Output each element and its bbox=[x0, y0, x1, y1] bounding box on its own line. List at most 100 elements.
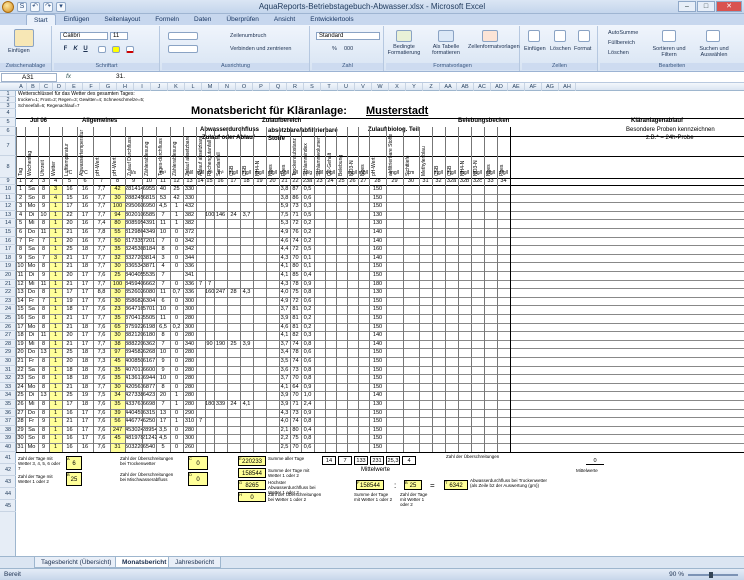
data-cell[interactable]: 1 bbox=[49, 228, 62, 237]
data-cell[interactable]: 1 bbox=[49, 409, 62, 418]
data-cell[interactable]: 3,6 bbox=[279, 366, 290, 375]
data-cell[interactable]: 65 bbox=[110, 323, 125, 332]
data-cell[interactable]: 2,5 bbox=[279, 443, 290, 452]
data-cell[interactable]: 280 bbox=[183, 314, 196, 323]
data-cell[interactable]: 8 bbox=[38, 426, 49, 435]
data-cell[interactable]: 21 bbox=[62, 254, 77, 263]
data-cell[interactable]: 280 bbox=[183, 391, 196, 400]
fill-color-icon[interactable] bbox=[112, 46, 120, 53]
worksheet[interactable]: A B C D E F G H I J K L M N O P Q R S T U V W X Y Z AA AB AC AD AE AF AG… bbox=[0, 83, 744, 556]
data-cell[interactable]: Di bbox=[25, 391, 38, 400]
data-cell[interactable]: 1 bbox=[49, 357, 62, 366]
data-cell[interactable]: 6,5 bbox=[156, 323, 170, 332]
data-cell[interactable]: 0 bbox=[170, 228, 183, 237]
cell-styles-icon[interactable] bbox=[482, 30, 498, 42]
data-cell[interactable]: 100 bbox=[205, 211, 214, 220]
data-cell[interactable]: Fr bbox=[25, 237, 38, 246]
data-cell[interactable]: 74 bbox=[290, 417, 301, 426]
data-cell[interactable]: 81 bbox=[290, 305, 301, 314]
data-cell[interactable]: 247 bbox=[214, 288, 227, 297]
data-cell[interactable]: 280 bbox=[183, 366, 196, 375]
data-cell[interactable]: 17 bbox=[62, 288, 77, 297]
data-cell[interactable]: 17 bbox=[77, 417, 93, 426]
column-header[interactable]: E bbox=[66, 83, 83, 91]
data-cell[interactable]: 1 bbox=[49, 331, 62, 340]
data-cell[interactable]: 8,8 bbox=[93, 288, 110, 297]
data-cell[interactable]: 336 bbox=[183, 262, 196, 271]
data-cell[interactable]: 140 bbox=[369, 228, 386, 237]
data-cell[interactable]: 7 bbox=[156, 271, 170, 280]
data-cell[interactable]: 70 bbox=[290, 374, 301, 383]
data-cell[interactable]: 382 bbox=[183, 211, 196, 220]
data-cell[interactable]: 8 bbox=[38, 323, 49, 332]
data-cell[interactable]: 372 bbox=[183, 228, 196, 237]
data-cell[interactable]: 17 bbox=[77, 271, 93, 280]
data-cell[interactable]: 24 bbox=[227, 211, 240, 220]
row-header[interactable]: 29 bbox=[0, 348, 16, 357]
data-cell[interactable]: 1 bbox=[16, 185, 25, 194]
sort-filter-icon[interactable] bbox=[662, 30, 676, 42]
data-cell[interactable]: 16 bbox=[77, 194, 93, 203]
data-cell[interactable]: 7 bbox=[196, 417, 205, 426]
data-cell[interactable]: 30 bbox=[16, 434, 25, 443]
data-cell[interactable]: 10 bbox=[156, 228, 170, 237]
data-cell[interactable]: 20 bbox=[62, 331, 77, 340]
underline-button[interactable]: U bbox=[82, 46, 89, 53]
data-cell[interactable]: 4 bbox=[156, 262, 170, 271]
data-cell[interactable]: 70 bbox=[290, 254, 301, 263]
data-cell[interactable]: 3,5 bbox=[279, 357, 290, 366]
data-cell[interactable]: 3 bbox=[16, 202, 25, 211]
data-cell[interactable]: 150 bbox=[369, 357, 386, 366]
data-cell[interactable]: 7,6 bbox=[93, 409, 110, 418]
clear-button[interactable]: Löschen bbox=[608, 50, 629, 56]
data-cell[interactable]: 28 bbox=[16, 417, 25, 426]
font-color-icon[interactable] bbox=[126, 46, 134, 53]
data-cell[interactable]: 18 bbox=[62, 366, 77, 375]
data-cell[interactable]: 1 bbox=[49, 237, 62, 246]
row-header[interactable]: 36 bbox=[0, 409, 16, 418]
data-cell[interactable]: 24 bbox=[227, 400, 240, 409]
data-cell[interactable]: 310 bbox=[183, 417, 196, 426]
mean-value[interactable]: 7 bbox=[338, 455, 352, 465]
data-cell[interactable]: 0,8 bbox=[301, 417, 314, 426]
data-cell[interactable]: So bbox=[25, 434, 38, 443]
align-top-icons[interactable] bbox=[168, 32, 198, 40]
data-cell[interactable]: 0,3 bbox=[301, 202, 314, 211]
data-cell[interactable]: 0,1 bbox=[301, 254, 314, 263]
zoom-slider[interactable] bbox=[688, 572, 738, 578]
data-cell[interactable]: 4,9 bbox=[279, 297, 290, 306]
data-cell[interactable]: 1 bbox=[49, 434, 62, 443]
data-cell[interactable]: 17 bbox=[77, 426, 93, 435]
data-cell[interactable]: 150 bbox=[369, 194, 386, 203]
data-cell[interactable]: 130 bbox=[369, 288, 386, 297]
data-cell[interactable]: 130 bbox=[369, 400, 386, 409]
data-cell[interactable]: 17 bbox=[77, 297, 93, 306]
data-cell[interactable]: 7 bbox=[156, 340, 170, 349]
data-cell[interactable]: 1 bbox=[49, 443, 62, 452]
data-cell[interactable]: 11 bbox=[38, 228, 49, 237]
tab-start[interactable]: Start bbox=[26, 14, 56, 25]
data-cell[interactable]: 6540 bbox=[142, 443, 156, 452]
data-cell[interactable]: 7,7 bbox=[93, 262, 110, 271]
data-cell[interactable]: 35 bbox=[110, 374, 125, 383]
data-cell[interactable]: 30 bbox=[110, 262, 125, 271]
data-cell[interactable]: Do bbox=[25, 409, 38, 418]
data-cell[interactable]: 247 bbox=[110, 426, 125, 435]
data-cell[interactable]: 17 bbox=[77, 254, 93, 263]
data-cell[interactable]: 7,7 bbox=[93, 202, 110, 211]
data-cell[interactable]: 5 bbox=[16, 219, 25, 228]
data-cell[interactable]: 16 bbox=[62, 426, 77, 435]
data-cell[interactable]: 6815 bbox=[142, 194, 156, 203]
data-cell[interactable]: 0 bbox=[170, 280, 183, 289]
data-cell[interactable]: 31 bbox=[16, 443, 25, 452]
data-cell[interactable]: 16 bbox=[77, 185, 93, 194]
column-header[interactable]: C bbox=[40, 83, 53, 91]
find-select-icon[interactable] bbox=[706, 30, 720, 42]
font-size-combo[interactable]: 11 bbox=[110, 32, 128, 40]
data-cell[interactable]: 342 bbox=[183, 245, 196, 254]
row-header[interactable]: 45 bbox=[0, 500, 16, 512]
row-header[interactable]: 32 bbox=[0, 374, 16, 383]
data-cell[interactable]: 0 bbox=[170, 305, 183, 314]
data-cell[interactable]: 150 bbox=[369, 434, 386, 443]
data-cell[interactable]: 9 bbox=[156, 357, 170, 366]
